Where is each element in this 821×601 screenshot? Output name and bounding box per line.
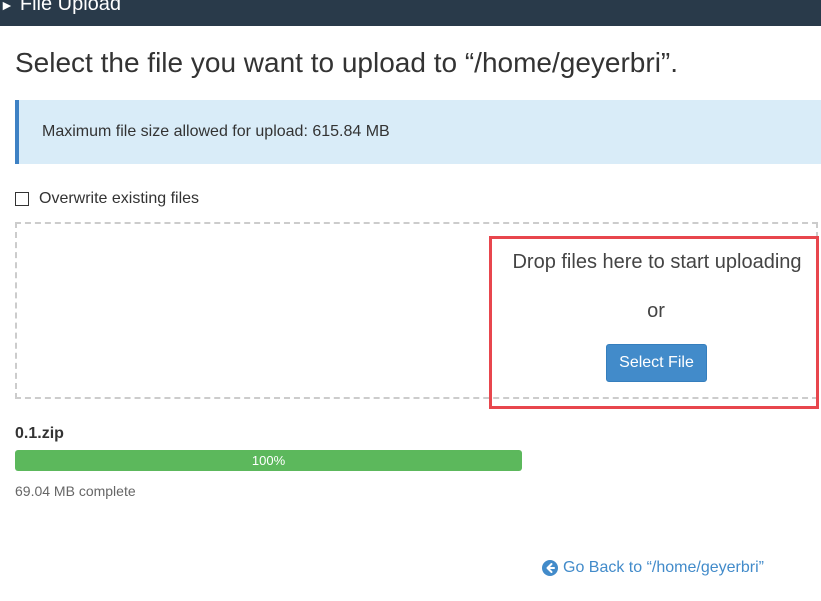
overwrite-label: Overwrite existing files: [39, 190, 200, 207]
chevron-icon: ►: [0, 0, 14, 13]
info-alert: Maximum file size allowed for upload: 61…: [15, 100, 821, 164]
or-text: or: [647, 300, 665, 322]
go-back-label: Go Back to “/home/geyerbri”: [563, 559, 764, 576]
arrow-circle-left-icon: [542, 560, 558, 576]
overwrite-checkbox[interactable]: [15, 192, 29, 206]
overwrite-option[interactable]: Overwrite existing files: [15, 188, 199, 210]
max-file-size-text: Maximum file size allowed for upload: 61…: [42, 123, 390, 140]
header-bar: ► File Upload: [0, 0, 821, 26]
upload-progress-bar: 100%: [15, 450, 522, 471]
drop-files-text: Drop files here to start uploading: [512, 251, 802, 273]
go-back-link[interactable]: Go Back to “/home/geyerbri”: [542, 557, 764, 579]
progress-fill: 100%: [15, 450, 522, 471]
header-title-text: File Upload: [19, 0, 122, 15]
page-title: Select the file you want to upload to “/…: [15, 47, 679, 78]
select-file-button[interactable]: Select File: [606, 344, 707, 382]
uploaded-file-name: 0.1.zip: [15, 425, 64, 442]
upload-status-text: 69.04 MB complete: [15, 483, 136, 499]
header-title: ► File Upload: [0, 0, 121, 17]
